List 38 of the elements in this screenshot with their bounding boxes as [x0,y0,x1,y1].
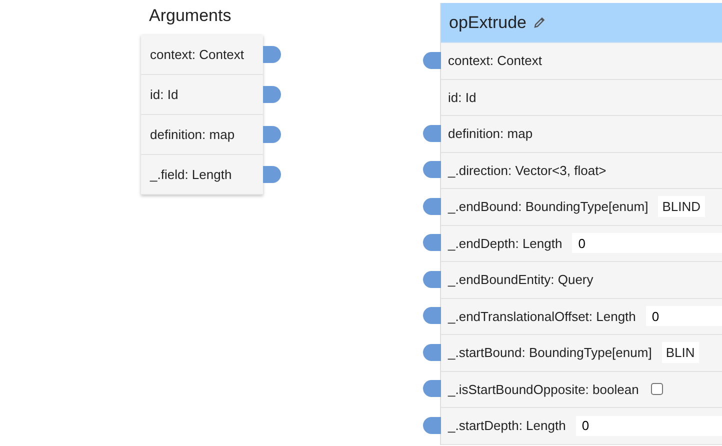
parameter-label: id: Id [448,90,476,105]
parameter-label: context: Context [448,53,542,68]
input-port[interactable] [423,380,441,398]
input-field[interactable]: 0 [646,306,722,326]
input-field[interactable]: 0 [572,233,722,254]
parameter-label: definition: map [448,126,533,142]
output-port[interactable] [263,126,281,142]
parameter-label: _.isStartBoundOpposite: boolean [448,382,639,397]
output-port[interactable] [263,86,281,102]
parameter-label: _.endBoundEntity: Query [448,272,594,288]
input-port[interactable] [423,307,441,324]
parameter-label: definition: map [150,127,235,142]
input-field[interactable]: 0 [576,416,722,436]
parameter-label: _.startDepth: Length [448,418,566,434]
input-port[interactable] [423,416,441,434]
input-port[interactable] [423,161,441,178]
input-port[interactable] [423,344,441,361]
dropdown[interactable]: BLIND [658,196,705,218]
input-port[interactable] [423,198,441,215]
parameter-label: context: Context [150,47,244,62]
parameter-label: _.direction: Vector<3, float> [448,162,606,178]
input-port[interactable] [423,124,441,142]
parameter-label: _.field: Length [150,167,232,182]
parameter-label: _.endBound: BoundingType[enum] [448,199,648,214]
input-port[interactable] [423,270,441,288]
dropdown[interactable]: BLIN [662,342,699,364]
parameter-label: _.endTranslationalOffset: Length [448,308,636,324]
output-port[interactable] [263,166,281,182]
parameter-label: id: Id [150,87,178,102]
node-title: Arguments [148,5,232,27]
output-port[interactable] [263,46,281,62]
input-port[interactable] [423,234,441,252]
input-port[interactable] [423,52,441,69]
parameter-label: _.startBound: BoundingType[enum] [448,345,652,360]
edit-icon[interactable] [532,16,546,29]
checkbox[interactable] [650,383,663,396]
node-title: opExtrude [449,12,526,32]
parameter-label: _.endDepth: Length [448,236,562,251]
